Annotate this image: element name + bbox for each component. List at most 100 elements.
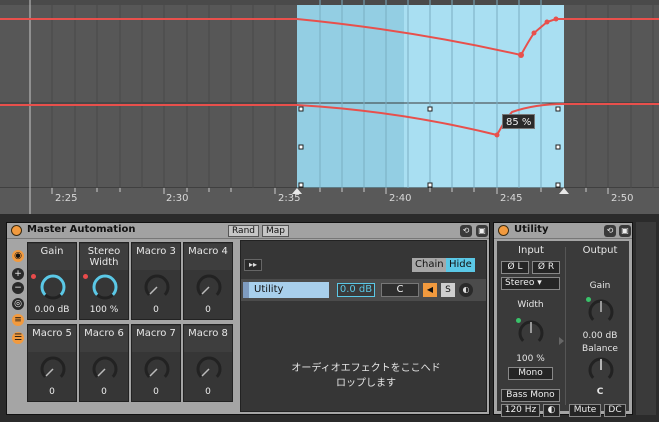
chain-row[interactable]: Utility 0.0 dB C ◀ S ◐ [241,279,486,301]
headphones-icon[interactable]: ◐ [543,404,560,417]
mono-button[interactable]: Mono [508,367,553,380]
knob-icon[interactable] [195,273,223,301]
mute-button[interactable]: Mute [569,404,601,417]
automation-value-badge: 85 % [502,114,536,129]
audio-effect-rack: Master Automation Rand Map ⟲ ▣ ◉ + − ◎ ≡… [6,222,490,415]
chain-list-panel[interactable]: ▸▸ Chain Hide Utility 0.0 dB C ◀ S ◐ オーデ… [240,240,487,412]
macro-knob-6[interactable]: Macro 6 0 [79,324,129,402]
utility-title-bar[interactable]: Utility ⟲ ▣ [494,223,632,239]
macro-label: Macro 4 [184,244,232,270]
rack-title-bar[interactable]: Master Automation Rand Map ⟲ ▣ [7,223,489,239]
hot-swap-icon[interactable]: ⟲ [604,225,616,237]
macro-label: Macro 8 [184,326,232,352]
knob-icon[interactable] [39,273,67,301]
mapped-led [83,274,88,279]
bass-mono-button[interactable]: Bass Mono [501,389,560,402]
save-preset-icon[interactable]: ▣ [476,225,488,237]
chain-button[interactable]: Chain [412,258,447,272]
macro-knob-1[interactable]: Gain 0.00 dB [27,242,77,320]
macro-knob-7[interactable]: Macro 7 0 [131,324,181,402]
knob-icon[interactable] [39,355,67,383]
drop-hint-line: ロップします [336,378,396,389]
input-heading: Input [518,245,544,256]
ruler-label: 2:30 [166,193,189,204]
drop-hint-line: オーディオエフェクトをここへド [291,363,441,374]
hide-button[interactable]: Hide [446,258,475,272]
device-chain-end [636,222,656,415]
remove-macro-icon[interactable]: − [12,282,24,294]
time-ruler [0,188,659,214]
chain-view-toggle-icon[interactable]: ▸▸ [244,259,262,271]
phase-left-button[interactable]: Ø L [501,261,529,274]
macro-label: Macro 6 [80,326,128,352]
macro-value: 0 [153,387,159,397]
lane-top-border [0,0,659,5]
section-divider [565,247,566,405]
dc-button[interactable]: DC [604,404,626,417]
width-knob-icon[interactable] [517,319,545,347]
chain-pan[interactable]: C [381,283,419,297]
balance-value: C [596,387,604,397]
macro-label: Stereo Width [80,244,128,270]
macro-knob-8[interactable]: Macro 8 0 [183,324,233,402]
chain-name[interactable]: Utility [243,282,329,298]
save-preset-icon[interactable]: ▣ [619,225,631,237]
utility-device: Utility ⟲ ▣ Input Output Ø L Ø R Stereo … [493,222,633,417]
ruler-label: 2:35 [278,193,301,204]
chain-toolbar: ▸▸ Chain Hide [241,241,486,275]
macro-value: 0 [205,305,211,315]
snapshot-icon[interactable]: ◎ [12,298,24,310]
macro-label: Gain [28,244,76,270]
rand-button[interactable]: Rand [228,225,259,237]
phase-right-button[interactable]: Ø R [532,261,560,274]
macro-knob-3[interactable]: Macro 3 0 [131,242,181,320]
chain-activator-speaker-icon[interactable]: ◀ [423,283,437,297]
macro-value: 100 % [89,305,119,315]
chain-solo-button[interactable]: S [441,283,455,297]
balance-knob-icon[interactable] [587,356,615,384]
utility-power-button[interactable] [498,225,509,236]
headphones-icon[interactable]: ◐ [459,283,473,297]
knob-icon[interactable] [143,273,171,301]
bass-mono-frequency[interactable]: 120 Hz [501,404,540,417]
add-macro-icon[interactable]: + [12,268,24,280]
chevron-down-icon: ▾ [537,278,542,288]
macro-knob-5[interactable]: Macro 5 0 [27,324,77,402]
arrangement-view[interactable]: 2:25 2:30 2:35 2:40 2:45 2:50 85 % [0,0,659,214]
macro-knob-4[interactable]: Macro 4 0 [183,242,233,320]
automation-breakpoint-width [494,132,500,138]
utility-panel: Input Output Ø L Ø R Stereo ▾ Width 100 … [497,241,629,417]
macro-label: Macro 5 [28,326,76,352]
macro-value: 0 [101,387,107,397]
channel-mode-value: Stereo [505,278,535,288]
map-button[interactable]: Map [262,225,289,237]
knob-icon[interactable] [195,355,223,383]
macro-label: Macro 7 [132,326,180,352]
show-macros-icon[interactable]: ◉ [12,250,24,262]
ruler-label: 2:45 [500,193,523,204]
ruler-label: 2:50 [611,193,634,204]
show-chain-list-icon[interactable]: ≡ [12,314,24,326]
gain-label: Gain [589,281,611,291]
chain-volume[interactable]: 0.0 dB [337,283,375,297]
macro-knob-2[interactable]: Stereo Width 100 % [79,242,129,320]
ruler-label: 2:25 [55,193,78,204]
channel-mode-select[interactable]: Stereo ▾ [501,277,560,290]
macro-panel: Gain 0.00 dB Stereo Width 100 % Macro 3 … [27,240,239,412]
rack-power-button[interactable] [11,225,22,236]
gain-knob-icon[interactable] [587,298,615,326]
macro-label: Macro 3 [132,244,180,270]
macro-value: 0 [153,305,159,315]
knob-icon[interactable] [91,273,119,301]
width-label: Width [517,300,544,310]
hot-swap-icon[interactable]: ⟲ [460,225,472,237]
automation-canvas[interactable] [0,0,659,214]
signal-flow-arrow-icon [559,337,564,345]
macro-value: 0.00 dB [34,305,70,315]
knob-icon[interactable] [143,355,171,383]
show-devices-icon[interactable]: ☰ [12,332,24,344]
device-view: Master Automation Rand Map ⟲ ▣ ◉ + − ◎ ≡… [0,214,659,422]
macro-value: 0 [49,387,55,397]
balance-label: Balance [582,344,618,354]
knob-icon[interactable] [91,355,119,383]
